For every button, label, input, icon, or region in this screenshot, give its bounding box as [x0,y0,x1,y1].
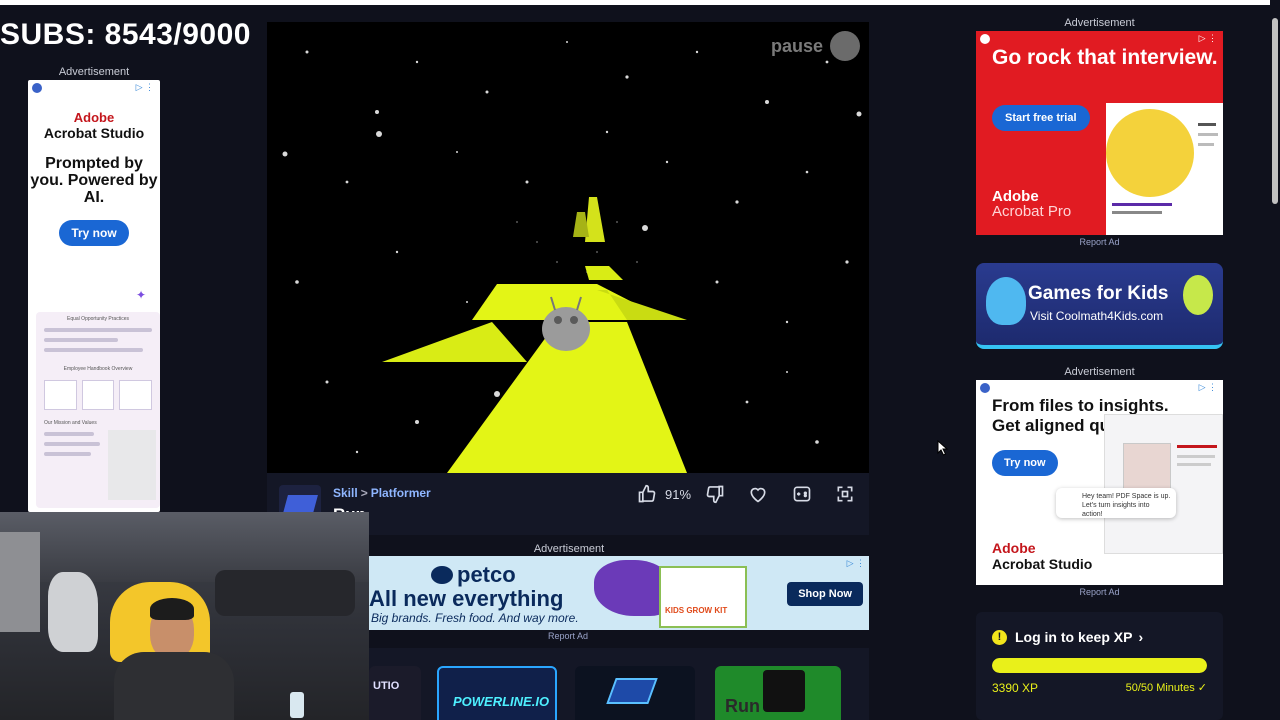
breadcrumb-category[interactable]: Skill [333,486,358,500]
thumbs-up-icon[interactable] [637,484,657,504]
pause-label[interactable]: pause [771,36,823,57]
related-game-label: UTIO [373,680,400,692]
petco-headline: All new everything [369,586,564,611]
related-games-strip: UTIO POWERLINE.IO Run [369,648,869,720]
doc-title: Equal Opportunity Practices [67,316,129,322]
petco-subline: Big brands. Fresh food. And way more. [371,611,579,625]
game-scene [282,41,862,473]
ad-try-now-button[interactable]: Try now [59,220,129,246]
coolmath4kids-banner[interactable]: Games for Kids Visit Coolmath4Kids.com [976,263,1223,349]
ad-headline: Prompted by you. Powered by AI. [30,155,158,206]
mouse-cursor-icon [937,440,949,456]
adchoices-icon[interactable] [32,83,42,93]
ad-label-center: Advertisement [533,543,605,555]
related-game-label: Run [725,696,760,716]
streamer-webcam [0,512,369,720]
left-adobe-ad[interactable]: ▷ ⋮ Adobe Acrobat Studio Prompted by you… [28,80,160,512]
adchoices-icon[interactable] [980,383,990,393]
ad-label-right-top: Advertisement [1064,17,1135,29]
related-game-card[interactable]: POWERLINE.IO [437,666,557,720]
alien-mascot [1183,275,1213,315]
petco-banner-ad[interactable]: petco All new everything Big brands. Fre… [369,556,869,630]
ad-brand-line2: Acrobat Studio [43,125,145,141]
scrollbar-thumb[interactable] [1272,18,1278,204]
ad-document-mockup: Equal Opportunity Practices Employee Han… [36,312,160,508]
game-canvas[interactable]: pause [267,22,869,473]
favorite-button[interactable] [747,483,769,505]
right-adobe-ad-pro[interactable]: ▷ ⋮ Go rock that interview. Start free t… [976,31,1223,235]
xp-progress-bar [992,658,1207,673]
top-strip [0,0,1280,5]
ad-brand-line1: Adobe [992,540,1036,556]
pause-button[interactable] [830,31,860,61]
dislike-button[interactable] [705,483,725,505]
sparkle-icon: ✦ [136,288,147,302]
ad-brand-line1: Adobe [73,110,115,125]
heart-icon[interactable] [747,484,769,504]
product-box-label: KIDS GROW KIT [665,606,728,615]
thumbs-down-icon[interactable] [705,484,725,504]
subs-counter: SUBS: 8543/9000 [0,18,251,51]
ad-label-right-bottom: Advertisement [1064,366,1135,378]
adchoices-icon[interactable] [980,34,990,44]
login-prompt-text[interactable]: Log in to keep XP [1015,629,1132,645]
login-prompt[interactable]: ! Log in to keep XP › [992,629,1143,645]
warning-icon: ! [992,629,1007,645]
fullscreen-button[interactable] [835,483,855,505]
paw-icon [431,566,453,584]
gamepad-icon[interactable] [791,484,813,504]
fullscreen-icon[interactable] [835,484,855,504]
report-ad-link[interactable]: Report Ad [976,237,1223,247]
report-ad-link[interactable]: Report Ad [369,631,767,641]
related-game-card[interactable]: UTIO [369,666,421,720]
kids-subtitle: Visit Coolmath4Kids.com [1030,309,1164,323]
check-icon: ✓ [1197,682,1207,694]
doc-section2: Our Mission and Values [44,420,97,426]
related-game-card[interactable]: Run [715,666,841,720]
ad-close-icon[interactable]: ▷ ⋮ [1199,382,1217,393]
like-percent: 91% [665,486,692,502]
ad-brand-line2: Acrobat Studio [992,556,1093,572]
chevron-right-icon: › [1138,629,1144,645]
ad-label-left: Advertisement [58,66,130,78]
octopus-mascot [986,277,1026,325]
xp-value: 3390 XP [992,681,1039,695]
ad-headline: Go rock that interview. [992,46,1218,69]
report-ad-link[interactable]: Report Ad [976,587,1223,597]
shop-now-button[interactable]: Shop Now [787,582,863,606]
xp-card: ! Log in to keep XP › 3390 XP 50/50 Minu… [976,612,1223,720]
right-adobe-ad-studio[interactable]: ▷ ⋮ From files to insights. Get aligned … [976,380,1223,585]
minutes-counter: 50/50 Minutes ✓ [1125,682,1207,694]
breadcrumb: Skill > Platformer [333,486,431,500]
resume-mockup [1106,103,1223,235]
doc-section: Employee Handbook Overview [63,366,133,372]
ad-try-now-button[interactable]: Try now [992,450,1058,476]
start-free-trial-button[interactable]: Start free trial [992,105,1090,131]
ad-close-icon[interactable]: ▷ ⋮ [847,558,865,569]
related-game-card[interactable] [575,666,695,720]
chat-bubble: Hey team! PDF Space is up. Let's turn in… [1056,488,1176,518]
related-game-label: POWERLINE.IO [453,694,550,709]
app-mockup [1104,414,1223,554]
kids-title: Games for Kids [1028,283,1169,304]
petco-logo: petco [457,562,516,587]
breadcrumb-subcategory[interactable]: Platformer [371,486,431,500]
person-photo [1106,109,1194,197]
product-box-image: KIDS GROW KIT [659,566,747,628]
ad-close-icon[interactable]: ▷ ⋮ [1199,33,1217,44]
ad-close-icon[interactable]: ▷ ⋮ [136,82,154,93]
xp-progress-fill [992,658,1207,673]
ad-brand: Adobe Acrobat Pro [992,188,1072,220]
controls-button[interactable] [791,483,813,505]
like-control[interactable]: 91% [637,483,691,505]
